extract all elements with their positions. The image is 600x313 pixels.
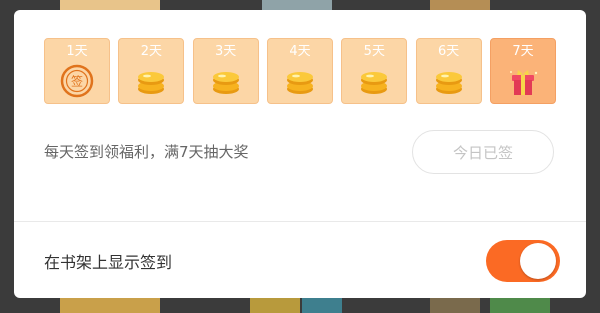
sign-stamp-icon: 签 [60, 64, 94, 98]
day-label: 7天 [512, 44, 534, 59]
background-book-cover [430, 0, 490, 10]
stamp-text: 签 [71, 74, 83, 89]
background-book-cover [60, 0, 160, 10]
day-label: 6天 [438, 44, 460, 59]
background-book-cover [302, 298, 342, 313]
coins-icon [138, 72, 165, 94]
signed-today-button[interactable]: 今日已签 [412, 130, 554, 174]
coins-icon [212, 72, 239, 94]
day-label: 5天 [363, 44, 385, 59]
checkin-day-7: 7天 [489, 38, 556, 104]
checkin-day-4: 4天 [266, 38, 333, 104]
coins-icon [435, 72, 462, 94]
toggle-knob [520, 243, 556, 279]
coins-icon [286, 72, 313, 94]
show-checkin-on-shelf-toggle[interactable] [486, 240, 560, 282]
background-book-cover [262, 0, 332, 10]
day-label: 3天 [215, 44, 237, 59]
day-label: 4天 [289, 44, 311, 59]
checkin-day-1: 1天 签 [44, 38, 110, 104]
checkin-dialog: 1天 签 2天 3天 4天 5天 6天 7天 每天签到领福利，满7天抽大奖 今日… [14, 10, 586, 298]
show-checkin-on-shelf-label: 在书架上显示签到 [44, 253, 173, 272]
divider [14, 221, 586, 222]
background-book-cover [60, 298, 160, 313]
background-book-cover [250, 298, 300, 313]
checkin-days-row: 1天 签 2天 3天 4天 5天 6天 7天 [44, 38, 556, 106]
day-label: 1天 [66, 44, 88, 59]
checkin-promo-text: 每天签到领福利，满7天抽大奖 [44, 143, 249, 161]
day-label: 2天 [140, 44, 162, 59]
checkin-day-3: 3天 [192, 38, 259, 104]
background-book-cover [490, 298, 550, 313]
checkin-day-6: 6天 [415, 38, 482, 104]
checkin-day-5: 5天 [341, 38, 408, 104]
background-book-cover [430, 298, 480, 313]
checkin-day-2: 2天 [118, 38, 185, 104]
gift-icon [509, 70, 538, 95]
coins-icon [361, 72, 388, 94]
